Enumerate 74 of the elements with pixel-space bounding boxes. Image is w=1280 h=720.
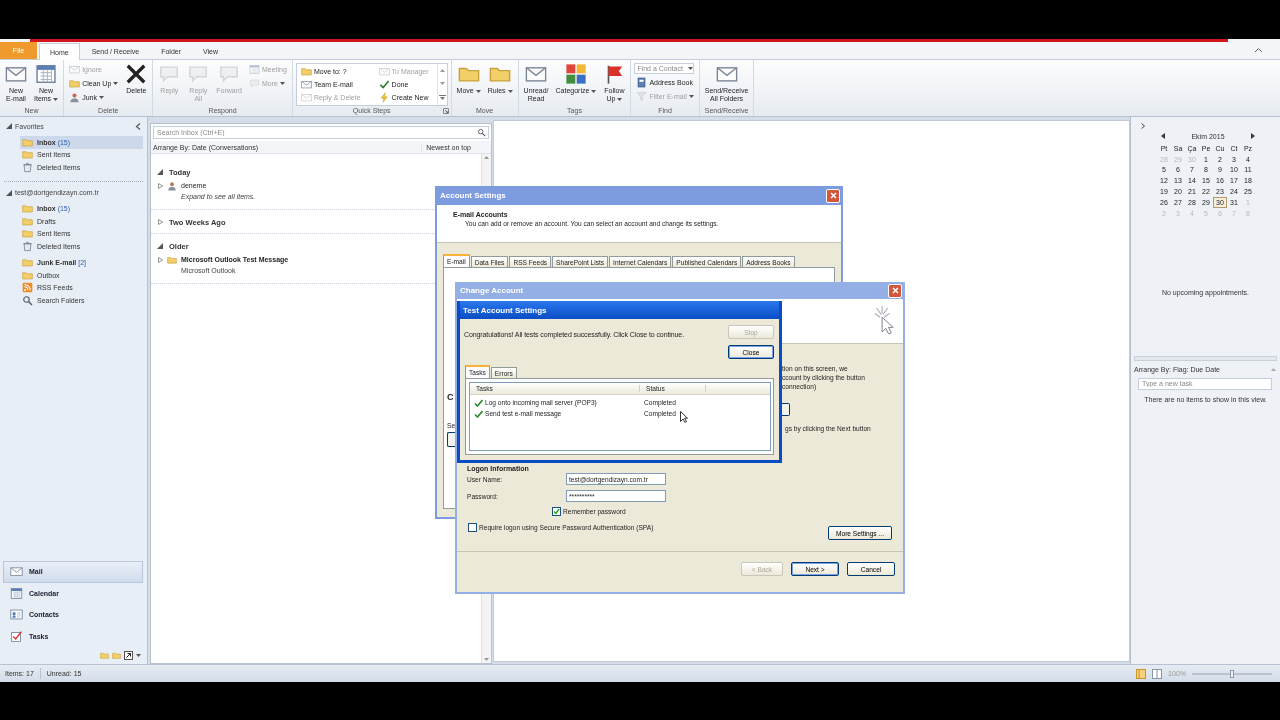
x-mark-icon — [125, 63, 148, 85]
expand-triangle-icon[interactable] — [157, 219, 163, 225]
folder-icon — [300, 65, 312, 77]
next-month-icon[interactable] — [1251, 133, 1255, 139]
envelope-icon — [69, 63, 81, 75]
calendar-icon — [35, 63, 58, 85]
shortcut-icon[interactable] — [124, 651, 133, 660]
task-icon — [10, 629, 23, 643]
color-squares-icon — [564, 63, 587, 85]
trash-bin-icon — [22, 161, 33, 173]
collapse-triangle-icon[interactable] — [6, 189, 12, 196]
funnel-icon — [636, 90, 648, 102]
dialog-title: Change Account — [460, 286, 524, 295]
folder-icon — [22, 215, 33, 227]
check-icon — [553, 508, 560, 515]
speech-bubble-icon — [218, 63, 241, 85]
checkbox[interactable] — [468, 523, 477, 532]
collapse-triangle-icon[interactable] — [157, 169, 163, 175]
speech-bubble-icon — [249, 77, 260, 89]
envelope-icon — [300, 78, 312, 90]
zoom-slider[interactable] — [1192, 672, 1272, 675]
reading-view-icon[interactable] — [1152, 668, 1163, 679]
collapse-chevron-icon[interactable] — [135, 122, 141, 130]
scroll-down-icon[interactable] — [484, 658, 489, 661]
checkbox[interactable] — [552, 507, 561, 516]
person-icon — [167, 181, 177, 191]
folder-icon — [22, 136, 33, 148]
expand-triangle-icon[interactable] — [157, 257, 163, 263]
search-icon — [477, 128, 486, 137]
folder-icon — [22, 257, 33, 269]
checkmark-icon — [378, 78, 390, 90]
folder-icon — [22, 269, 33, 281]
lightning-icon — [378, 91, 390, 103]
dialog-title: Test Account Settings — [463, 305, 547, 315]
scroll-down-icon[interactable] — [439, 82, 445, 85]
collapse-triangle-icon[interactable] — [6, 123, 12, 129]
close-button[interactable] — [888, 283, 902, 298]
envelope-icon — [378, 65, 390, 77]
dialog-launcher-icon[interactable] — [442, 108, 449, 114]
scroll-up-icon[interactable] — [484, 156, 489, 159]
partial-button[interactable] — [447, 432, 455, 447]
person-icon — [69, 91, 81, 103]
caret-icon — [136, 654, 141, 657]
collapse-triangle-icon[interactable] — [157, 243, 163, 249]
folder-icon — [22, 203, 33, 215]
trash-bin-icon — [22, 240, 33, 252]
dialog-title: Account Settings — [440, 191, 506, 200]
scroll-up-icon[interactable] — [439, 69, 445, 72]
envelope-icon — [10, 565, 23, 579]
slider-thumb[interactable] — [1230, 669, 1234, 678]
feed-icon — [22, 282, 33, 294]
expand-chevron-icon[interactable] — [1141, 123, 1145, 129]
close-button[interactable] — [826, 188, 840, 203]
contact-card-icon — [10, 608, 23, 622]
search-icon — [22, 294, 33, 306]
close-icon — [891, 287, 899, 294]
close-icon — [829, 192, 837, 199]
calendar-icon — [249, 63, 260, 75]
partial-text: C — [447, 392, 454, 402]
minimize-ribbon-icon[interactable] — [1255, 48, 1262, 52]
folder-icon — [167, 255, 177, 265]
folder-icon — [22, 228, 33, 240]
calendar-icon — [10, 586, 23, 600]
envelope-icon — [300, 91, 312, 103]
speech-bubble-icon — [187, 63, 210, 85]
mouse-pointer-icon — [680, 411, 688, 423]
speech-bubble-icon — [158, 63, 181, 85]
folder-icon — [22, 149, 33, 161]
expand-triangle-icon[interactable] — [157, 183, 163, 189]
previous-month-icon[interactable] — [1161, 133, 1165, 139]
folder-icon — [69, 77, 81, 89]
more-icon[interactable] — [438, 95, 446, 100]
book-icon — [636, 76, 648, 88]
partial-button[interactable] — [782, 403, 790, 416]
